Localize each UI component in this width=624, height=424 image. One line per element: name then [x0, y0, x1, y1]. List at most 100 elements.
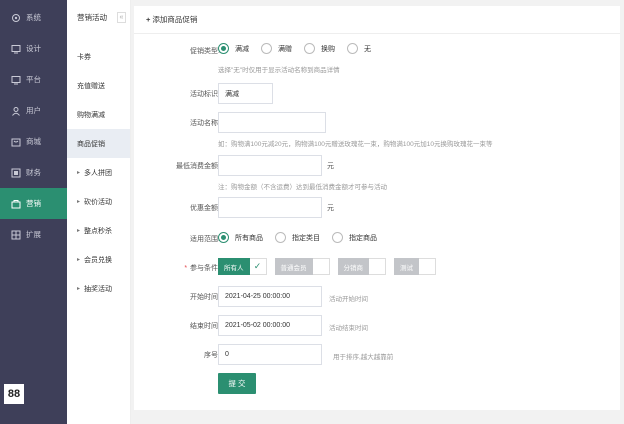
tag-label: 所有人 [218, 258, 250, 275]
start-time-input[interactable]: 2021-04-25 00:00:00 [218, 286, 322, 307]
sub-group-label: 会员兑换 [84, 256, 113, 264]
sub-group-group-buy[interactable]: ▸ 多人拼团 [67, 158, 130, 187]
discount-unit: 元 [327, 205, 334, 212]
extend-icon [10, 229, 21, 240]
sub-group-label: 整点秒杀 [84, 227, 113, 235]
tag-label: 分销商 [337, 258, 369, 275]
checkbox-empty [419, 258, 436, 275]
min-amount-hint: 注：购物金额（不含运费）达到最低消费金额才可参与活动 [218, 184, 387, 191]
activity-tag-input[interactable]: 满减 [218, 83, 273, 104]
radio-dot [261, 43, 272, 54]
sub-group-lottery[interactable]: ▸ 抽奖活动 [67, 274, 130, 303]
start-time-label: 开始时间: [190, 294, 220, 301]
plus-icon: + [146, 15, 151, 24]
sub-group-member-exchange[interactable]: ▸ 会员兑换 [67, 245, 130, 274]
condition-distributor[interactable]: 分销商 [337, 258, 386, 275]
radio-dot [218, 232, 229, 243]
radio-dot [332, 232, 343, 243]
nav-item-label: 财务 [26, 168, 41, 177]
tag-label: 测试 [394, 258, 419, 275]
sub-group-bargain[interactable]: ▸ 砍价活动 [67, 187, 130, 216]
radio-label: 满赠 [278, 45, 292, 53]
caret-right-icon: ▸ [77, 199, 81, 205]
checkbox-empty [369, 258, 386, 275]
conditions-tags: 所有人 ✓ 普通会员 分销商 测试 [218, 258, 444, 275]
main-panel: + 添加商品促销 促销类型: 满减 满赠 换购 无 选择"无"时仅用于显示活动名… [134, 6, 620, 410]
radio-full-reduction[interactable]: 满减 [218, 43, 249, 54]
sub-item-coupon[interactable]: 卡券 [67, 42, 130, 71]
nav-item-finance[interactable]: 财务 [0, 157, 67, 188]
end-time-hint: 活动结束时间 [329, 325, 368, 332]
nav-item-marketing[interactable]: 营销 [0, 188, 67, 219]
monitor-icon [10, 74, 21, 85]
promo-type-radios: 满减 满赠 换购 无 [218, 43, 383, 54]
sub-group-label: 砍价活动 [84, 198, 113, 206]
discount-input[interactable] [218, 197, 322, 218]
radio-dot [218, 43, 229, 54]
radio-category[interactable]: 指定类目 [275, 232, 320, 243]
sub-item-recharge[interactable]: 充值赠送 [67, 71, 130, 100]
sub-group-flash-sale[interactable]: ▸ 整点秒杀 [67, 216, 130, 245]
radio-none[interactable]: 无 [347, 43, 371, 54]
min-amount-unit: 元 [327, 163, 334, 170]
activity-name-hint: 如：购物满100元减20元，购物满100元赠送玫瑰花一束，购物满100元加10元… [218, 141, 493, 148]
radio-full-gift[interactable]: 满赠 [261, 43, 292, 54]
nav-item-label: 平台 [26, 75, 41, 84]
condition-all[interactable]: 所有人 ✓ [218, 258, 267, 275]
logo-text: 88 [7, 388, 21, 400]
nav-item-extend[interactable]: 扩展 [0, 219, 67, 250]
radio-dot [275, 232, 286, 243]
order-hint: 用于排序,越大越靠前 [333, 354, 394, 361]
min-amount-input[interactable] [218, 155, 322, 176]
nav-item-platform[interactable]: 平台 [0, 64, 67, 95]
caret-right-icon: ▸ [77, 286, 81, 292]
radio-label: 所有商品 [235, 234, 263, 242]
radio-label: 指定商品 [349, 234, 377, 242]
condition-test[interactable]: 测试 [394, 258, 436, 275]
required-mark: * [184, 265, 188, 272]
order-input[interactable]: 0 [218, 344, 322, 365]
nav-item-label: 扩展 [26, 230, 41, 239]
sub-group-label: 多人拼团 [84, 169, 113, 177]
radio-dot [304, 43, 315, 54]
radio-exchange[interactable]: 换购 [304, 43, 335, 54]
finance-icon [10, 167, 21, 178]
end-time-label: 结束时间: [190, 323, 220, 330]
activity-tag-label: 活动标识: [190, 91, 220, 98]
condition-member[interactable]: 普通会员 [274, 258, 330, 275]
radio-all-products[interactable]: 所有商品 [218, 232, 263, 243]
collapse-icon[interactable]: « [117, 12, 126, 23]
nav-item-label: 商城 [26, 137, 41, 146]
radio-label: 满减 [235, 45, 249, 53]
submit-button[interactable]: 提 交 [218, 373, 256, 394]
nav-item-shop[interactable]: 商城 [0, 126, 67, 157]
user-icon [10, 105, 21, 116]
scope-radios: 所有商品 指定类目 指定商品 [218, 232, 389, 243]
discount-label: 优惠金额: [190, 205, 220, 212]
checkbox-empty [312, 258, 330, 275]
nav-item-design[interactable]: 设计 [0, 33, 67, 64]
radio-label: 换购 [321, 45, 335, 53]
shop-icon [10, 136, 21, 147]
main-nav: 系统 设计 平台 用户 商城 财务 营销 扩展 88 [0, 0, 67, 424]
nav-item-users[interactable]: 用户 [0, 95, 67, 126]
caret-right-icon: ▸ [77, 257, 81, 263]
scope-label: 适用范围: [190, 236, 220, 243]
sub-group-label: 抽奖活动 [84, 285, 113, 293]
caret-right-icon: ▸ [77, 228, 81, 234]
end-time-input[interactable]: 2021-05-02 00:00:00 [218, 315, 322, 336]
sub-item-full-reduction[interactable]: 购物满减 [67, 100, 130, 129]
min-amount-label: 最低消费金额: [176, 163, 220, 170]
app-logo-icon[interactable]: 88 [4, 384, 24, 404]
check-icon: ✓ [249, 258, 267, 275]
radio-label: 无 [364, 45, 371, 53]
radio-specific-products[interactable]: 指定商品 [332, 232, 377, 243]
promo-type-label: 促销类型: [190, 48, 220, 55]
activity-name-input[interactable] [218, 112, 326, 133]
sub-item-product-promo[interactable]: 商品促销 [67, 129, 130, 158]
nav-item-system[interactable]: 系统 [0, 2, 67, 33]
nav-item-label: 营销 [26, 199, 41, 208]
page-header: + 添加商品促销 [134, 6, 620, 34]
tag-label: 普通会员 [274, 258, 313, 275]
radio-dot [347, 43, 358, 54]
